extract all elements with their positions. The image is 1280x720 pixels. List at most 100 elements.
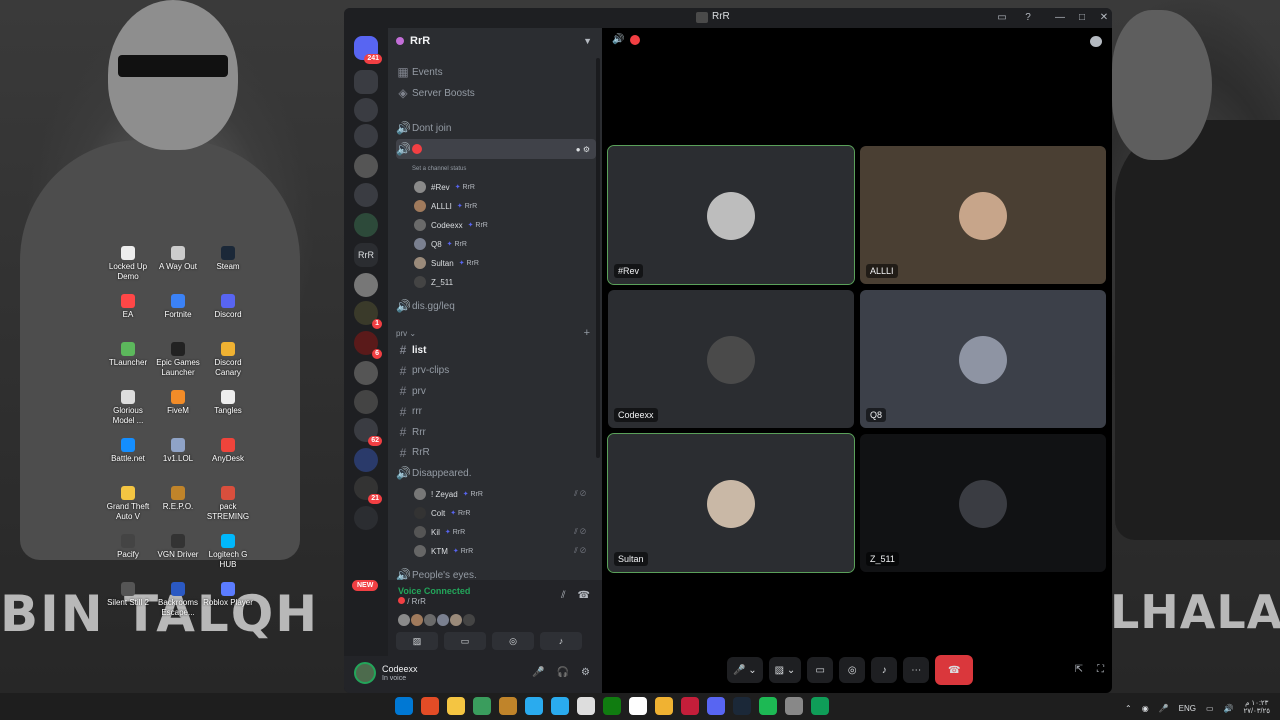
desktop-icon[interactable]: R.E.P.O. bbox=[153, 486, 203, 534]
desktop-icon[interactable]: Tangles bbox=[203, 390, 253, 438]
participant-tile[interactable]: Codeexx bbox=[608, 290, 854, 428]
taskbar-app-icon[interactable] bbox=[733, 697, 751, 715]
maximize-button[interactable]: □ bbox=[1074, 10, 1090, 26]
help-icon[interactable]: ? bbox=[1020, 10, 1036, 26]
voice-member[interactable]: Kil RrR ⫽ ⊘ bbox=[414, 523, 594, 541]
voice-channel-dis-gg[interactable]: 🔊 dis.gg/leq bbox=[396, 297, 596, 315]
desktop-icon[interactable]: Fortnite bbox=[153, 294, 203, 342]
text-channel[interactable]: # rrr bbox=[396, 403, 596, 421]
close-button[interactable]: ✕ bbox=[1096, 10, 1112, 26]
server-icon[interactable]: 6 bbox=[354, 331, 382, 359]
server-icon[interactable] bbox=[354, 70, 378, 94]
desktop-icon[interactable]: 1v1.LOL bbox=[153, 438, 203, 486]
microphone-icon[interactable]: 🎤 bbox=[532, 667, 544, 678]
server-icon[interactable] bbox=[354, 124, 378, 148]
taskbar-app-icon[interactable] bbox=[707, 697, 725, 715]
server-icon[interactable]: 21 bbox=[354, 476, 382, 504]
server-icon[interactable] bbox=[354, 273, 378, 297]
voice-channel-link[interactable]: / RrR bbox=[398, 597, 426, 606]
desktop-icon[interactable]: Logitech G HUB bbox=[203, 534, 253, 582]
wifi-icon[interactable]: ◉ bbox=[1142, 704, 1149, 713]
text-channel[interactable]: # Rrr bbox=[396, 423, 596, 441]
voice-member[interactable]: Q8 RrR bbox=[414, 235, 594, 253]
scrollbar[interactable] bbox=[596, 58, 600, 458]
desktop-icon[interactable]: Locked Up Demo bbox=[103, 246, 153, 294]
voice-member[interactable]: KTM RrR ⫽ ⊘ bbox=[414, 542, 594, 560]
voice-channel-current[interactable]: 🔊 ● ⚙ bbox=[396, 139, 596, 159]
soundboard-button[interactable]: ♪ bbox=[540, 632, 582, 650]
desktop-icon[interactable]: Backrooms Escape... bbox=[153, 582, 203, 630]
display-icon[interactable]: ▭ bbox=[1206, 704, 1214, 713]
taskbar-app-icon[interactable] bbox=[395, 697, 413, 715]
taskbar-app-icon[interactable] bbox=[603, 697, 621, 715]
desktop-icon[interactable]: Pacify bbox=[103, 534, 153, 582]
participant-tile[interactable]: Sultan bbox=[607, 433, 855, 573]
volume-icon[interactable]: 🔊 bbox=[1224, 704, 1234, 713]
desktop-icon[interactable]: Silent Still 2 bbox=[103, 582, 153, 630]
desktop-icon[interactable]: Epic Games Launcher bbox=[153, 342, 203, 390]
taskbar-app-icon[interactable] bbox=[785, 697, 803, 715]
voice-member[interactable]: #Rev RrR bbox=[414, 178, 594, 196]
popout-icon[interactable]: ⇱ bbox=[1075, 664, 1083, 675]
more-options-button[interactable]: ⋯ bbox=[903, 657, 930, 683]
minimize-button[interactable]: — bbox=[1052, 10, 1068, 26]
voice-member[interactable]: ! Zeyad RrR ⫽ ⊘ bbox=[414, 485, 594, 503]
desktop-icon[interactable]: Discord Canary bbox=[203, 342, 253, 390]
desktop-icon[interactable]: TLauncher bbox=[103, 342, 153, 390]
participant-tile[interactable]: #Rev bbox=[607, 145, 855, 285]
voice-member[interactable]: Codeexx RrR bbox=[414, 216, 594, 234]
clock[interactable]: ١٠:٢٣ م ٢٧/٠٣/٢٥ bbox=[1244, 700, 1270, 716]
soundboard-button[interactable]: ♪ bbox=[871, 657, 898, 683]
category-prv[interactable]: prv ⌄ + bbox=[396, 324, 596, 342]
noise-suppression-icon[interactable]: ⫽ bbox=[561, 590, 565, 601]
taskbar-app-icon[interactable] bbox=[759, 697, 777, 715]
desktop-icon[interactable]: Discord bbox=[203, 294, 253, 342]
headphones-icon[interactable]: 🎧 bbox=[557, 667, 569, 678]
desktop-icon[interactable]: A Way Out bbox=[153, 246, 203, 294]
activities-button[interactable]: ◎ bbox=[839, 657, 866, 683]
taskbar-app-icon[interactable] bbox=[811, 697, 829, 715]
desktop-icon[interactable]: Steam bbox=[203, 246, 253, 294]
server-icon[interactable] bbox=[354, 506, 378, 530]
desktop-icon[interactable]: pack STREMING bbox=[203, 486, 253, 534]
voice-member[interactable]: Z_511 bbox=[414, 273, 594, 291]
share-screen-button[interactable]: ▭ bbox=[807, 657, 834, 683]
fullscreen-icon[interactable]: ⛶ bbox=[1097, 664, 1104, 675]
text-channel[interactable]: # RrR bbox=[396, 444, 596, 462]
voice-channel-peoples-eyes[interactable]: 🔊 People's eyes. bbox=[396, 566, 596, 580]
voice-connected-title[interactable]: Voice Connected bbox=[398, 586, 470, 596]
language-indicator[interactable]: ENG bbox=[1179, 704, 1196, 713]
server-icon[interactable] bbox=[354, 390, 378, 414]
activities-button[interactable]: ◎ bbox=[492, 632, 534, 650]
add-channel-icon[interactable]: + bbox=[584, 327, 590, 339]
username[interactable]: Codeexx bbox=[382, 664, 418, 674]
desktop-icon[interactable]: Glorious Model ... bbox=[103, 390, 153, 438]
server-icon[interactable] bbox=[354, 448, 378, 472]
server-icon-rrr[interactable]: RrR bbox=[354, 243, 378, 267]
taskbar-app-icon[interactable] bbox=[473, 697, 491, 715]
taskbar-app-icon[interactable] bbox=[421, 697, 439, 715]
taskbar-app-icon[interactable] bbox=[551, 697, 569, 715]
chat-icon[interactable] bbox=[1090, 36, 1102, 47]
guild-header[interactable]: RrR ▼ bbox=[388, 28, 602, 54]
chevron-down-icon[interactable]: ▼ bbox=[583, 36, 592, 46]
camera-button[interactable]: ▨ ⌄ bbox=[768, 657, 802, 683]
server-icon[interactable] bbox=[354, 213, 378, 237]
server-icon[interactable] bbox=[354, 183, 378, 207]
desktop-icon[interactable]: Grand Theft Auto V bbox=[103, 486, 153, 534]
voice-channel-dont-join[interactable]: 🔊 Dont join bbox=[396, 119, 596, 137]
avatar[interactable] bbox=[354, 662, 376, 684]
server-icon[interactable] bbox=[354, 98, 378, 122]
text-channel[interactable]: # prv-clips bbox=[396, 362, 596, 380]
voice-member[interactable]: ALLLI RrR bbox=[414, 197, 594, 215]
server-icon[interactable]: 62 bbox=[354, 418, 382, 446]
taskbar-app-icon[interactable] bbox=[629, 697, 647, 715]
participant-tile[interactable]: Z_511 bbox=[860, 434, 1106, 572]
microphone-icon[interactable]: 🎤 bbox=[1159, 704, 1169, 713]
participant-tile[interactable]: Q8 bbox=[860, 290, 1106, 428]
server-icon[interactable] bbox=[354, 154, 378, 178]
participant-tile[interactable]: ALLLI bbox=[860, 146, 1106, 284]
taskbar-app-icon[interactable] bbox=[447, 697, 465, 715]
desktop-icon[interactable]: VGN Driver bbox=[153, 534, 203, 582]
text-channel[interactable]: # list bbox=[396, 341, 596, 359]
